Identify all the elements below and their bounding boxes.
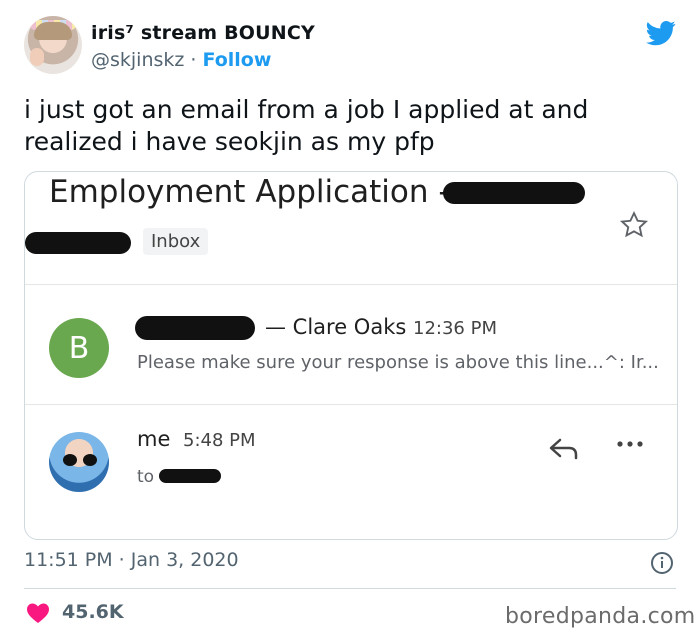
sender-name: — Clare Oaks	[265, 315, 407, 339]
divider	[25, 404, 677, 405]
info-icon[interactable]	[650, 551, 674, 575]
sender-avatar: B	[49, 318, 109, 378]
heart-icon[interactable]	[26, 602, 50, 624]
handle-line: @skjinskz · Follow	[91, 49, 271, 71]
message-snippet: Please make sure your response is above …	[137, 352, 659, 373]
divider	[24, 588, 676, 589]
avatar	[49, 432, 109, 492]
tweet-text: i just got an email from a job I applied…	[24, 95, 589, 156]
message-time: 12:36 PM	[413, 318, 497, 339]
more-icon[interactable]	[613, 434, 647, 454]
twitter-logo-icon[interactable]	[644, 18, 678, 48]
redaction-bar	[159, 469, 221, 483]
divider	[25, 284, 677, 285]
follow-button[interactable]: Follow	[203, 49, 272, 71]
avatar[interactable]	[24, 16, 82, 74]
redaction-bar	[25, 232, 131, 254]
reply-icon[interactable]	[547, 436, 581, 462]
sender-name: me	[137, 427, 171, 451]
redaction-bar	[443, 182, 585, 204]
email-subject: Employment Application -	[49, 174, 450, 210]
recipient-line: to	[137, 467, 154, 487]
redaction-bar	[135, 316, 255, 340]
hair	[34, 22, 72, 40]
separator: ·	[184, 49, 203, 71]
message-time: 5:48 PM	[183, 430, 256, 451]
tweet-timestamp[interactable]: 11:51 PM · Jan 3, 2020	[24, 549, 239, 571]
star-icon[interactable]	[619, 210, 649, 240]
like-count[interactable]: 45.6K	[62, 601, 124, 623]
display-name[interactable]: iris⁷ stream BOUNCY	[91, 22, 315, 44]
sunglasses	[63, 454, 97, 466]
user-handle[interactable]: @skjinskz	[91, 49, 184, 71]
inbox-label[interactable]: Inbox	[143, 228, 209, 255]
email-screenshot[interactable]: Employment Application - Inbox B — Clare…	[24, 171, 678, 540]
watermark: boredpanda.com	[505, 604, 696, 629]
to-prefix: to	[137, 467, 155, 487]
hand	[30, 48, 44, 66]
